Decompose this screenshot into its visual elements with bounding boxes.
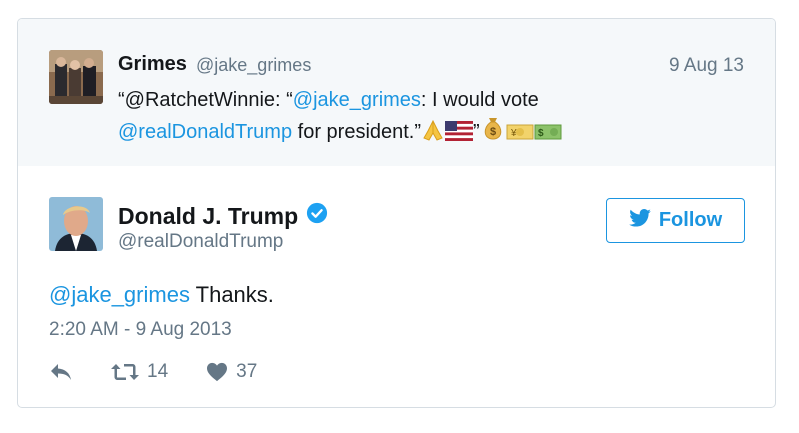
folded-hands-icon: [421, 119, 445, 150]
dollar-banknote-icon: $: [534, 120, 562, 150]
svg-text:$: $: [490, 126, 496, 138]
tweet-text-body: Thanks.: [189, 282, 274, 307]
embedded-tweet-card: Grimes @jake_grimes 9 Aug 13 “@RatchetWi…: [17, 18, 776, 408]
svg-text:¥: ¥: [510, 128, 517, 139]
quoted-user-avatar[interactable]: [49, 50, 103, 104]
twitter-bird-icon: [629, 208, 651, 233]
tweet-timestamp[interactable]: 2:20 AM - 9 Aug 2013: [49, 319, 232, 341]
like-count: 37: [236, 361, 258, 382]
retweet-count: 14: [147, 361, 169, 382]
tweet-actions: 14 37: [49, 359, 257, 385]
us-flag-icon: [445, 120, 474, 150]
verified-badge-icon: [306, 202, 328, 230]
quoted-user-handle[interactable]: @jake_grimes: [196, 55, 311, 76]
quoted-tweet[interactable]: Grimes @jake_grimes 9 Aug 13 “@RatchetWi…: [18, 19, 775, 166]
reply-button[interactable]: [49, 362, 73, 382]
quoted-tweet-text: “@RatchetWinnie: “@jake_grimes: I would …: [118, 85, 658, 150]
yen-banknote-icon: ¥: [506, 120, 534, 150]
user-name[interactable]: Donald J. Trump: [118, 203, 298, 230]
mention-link[interactable]: @jake_grimes: [49, 282, 190, 307]
follow-button-label: Follow: [658, 209, 723, 231]
mention-link-realdonaldtrump[interactable]: @realDonaldTrump: [118, 121, 292, 143]
retweet-icon: [111, 362, 139, 382]
reply-icon: [49, 362, 73, 382]
emoji-quote: ”: [473, 121, 480, 143]
tweet-text: @jake_grimes Thanks.: [49, 282, 274, 308]
quoted-text-mid: : I would vote: [420, 89, 539, 111]
quoted-text-open: “@RatchetWinnie: “: [118, 89, 293, 111]
follow-button[interactable]: Follow: [606, 198, 745, 243]
quoted-text-end: for president.”: [292, 121, 422, 143]
user-name-row: Donald J. Trump: [118, 202, 328, 230]
quoted-user-name[interactable]: Grimes: [118, 53, 187, 76]
heart-icon: [206, 362, 228, 382]
svg-text:$: $: [538, 128, 544, 139]
user-avatar[interactable]: [49, 197, 103, 251]
user-handle[interactable]: @realDonaldTrump: [118, 231, 283, 253]
quoted-tweet-date[interactable]: 9 Aug 13: [669, 55, 744, 77]
mention-link-jake-grimes[interactable]: @jake_grimes: [293, 89, 421, 111]
money-bag-icon: $: [480, 115, 506, 150]
retweet-button[interactable]: 14: [103, 361, 168, 383]
like-button[interactable]: 37: [198, 361, 257, 383]
